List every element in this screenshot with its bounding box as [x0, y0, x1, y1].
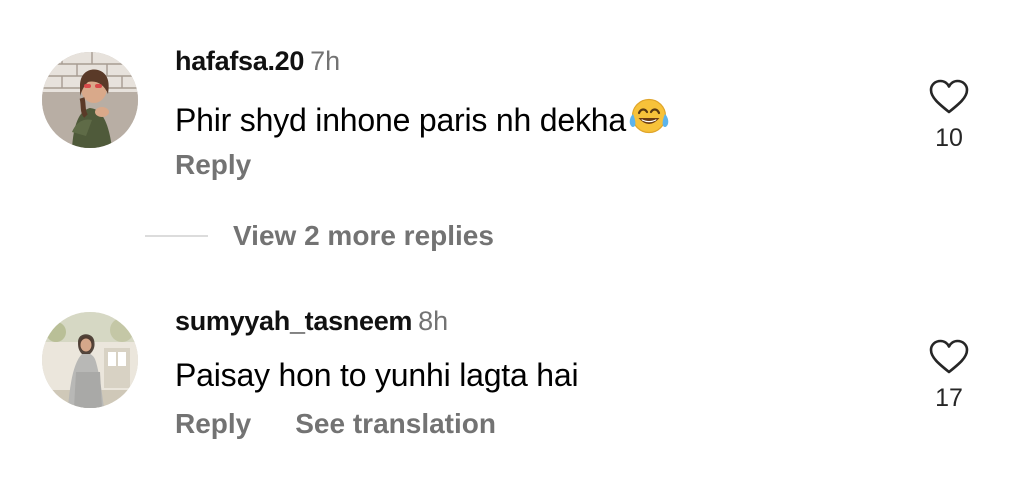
avatar[interactable]	[42, 52, 138, 148]
avatar-photo	[42, 52, 138, 148]
avatar-photo	[42, 312, 138, 408]
reply-button[interactable]: Reply	[175, 408, 251, 439]
like-count: 10	[935, 124, 963, 152]
timestamp: 7h	[310, 46, 341, 76]
timestamp: 8h	[418, 306, 449, 336]
comment-header: sumyyah_tasneem 8h	[175, 308, 448, 335]
comment-actions: Reply	[175, 151, 251, 179]
comment-text: Paisay hon to yunhi lagta hai	[175, 357, 579, 393]
like-area: 17	[918, 338, 980, 411]
comment-header: hafafsa.20 7h	[175, 48, 340, 75]
comment-item: sumyyah_tasneem 8h Paisay hon to yunhi la…	[0, 280, 1024, 480]
view-replies-button[interactable]: View 2 more replies	[233, 220, 494, 251]
avatar[interactable]	[42, 312, 138, 408]
username[interactable]: hafafsa.20	[175, 46, 304, 76]
view-replies[interactable]: View 2 more replies	[145, 222, 494, 250]
comment-body: Paisay hon to yunhi lagta hai	[175, 357, 579, 393]
see-translation-button[interactable]: See translation	[295, 408, 496, 439]
face-with-tears-of-joy-icon	[628, 97, 670, 140]
heart-outline-icon[interactable]	[928, 78, 970, 116]
comment-item: hafafsa.20 7h Phir shyd inhone paris nh d…	[0, 0, 1024, 200]
comment-text: Phir shyd inhone paris nh dekha	[175, 102, 626, 138]
like-area: 10	[918, 78, 980, 151]
username[interactable]: sumyyah_tasneem	[175, 306, 412, 336]
heart-outline-icon[interactable]	[928, 338, 970, 376]
like-count: 17	[935, 384, 963, 412]
comment-actions: Reply See translation	[175, 410, 496, 438]
replies-divider	[145, 235, 208, 237]
comment-body: Phir shyd inhone paris nh dekha	[175, 97, 670, 140]
reply-button[interactable]: Reply	[175, 149, 251, 180]
